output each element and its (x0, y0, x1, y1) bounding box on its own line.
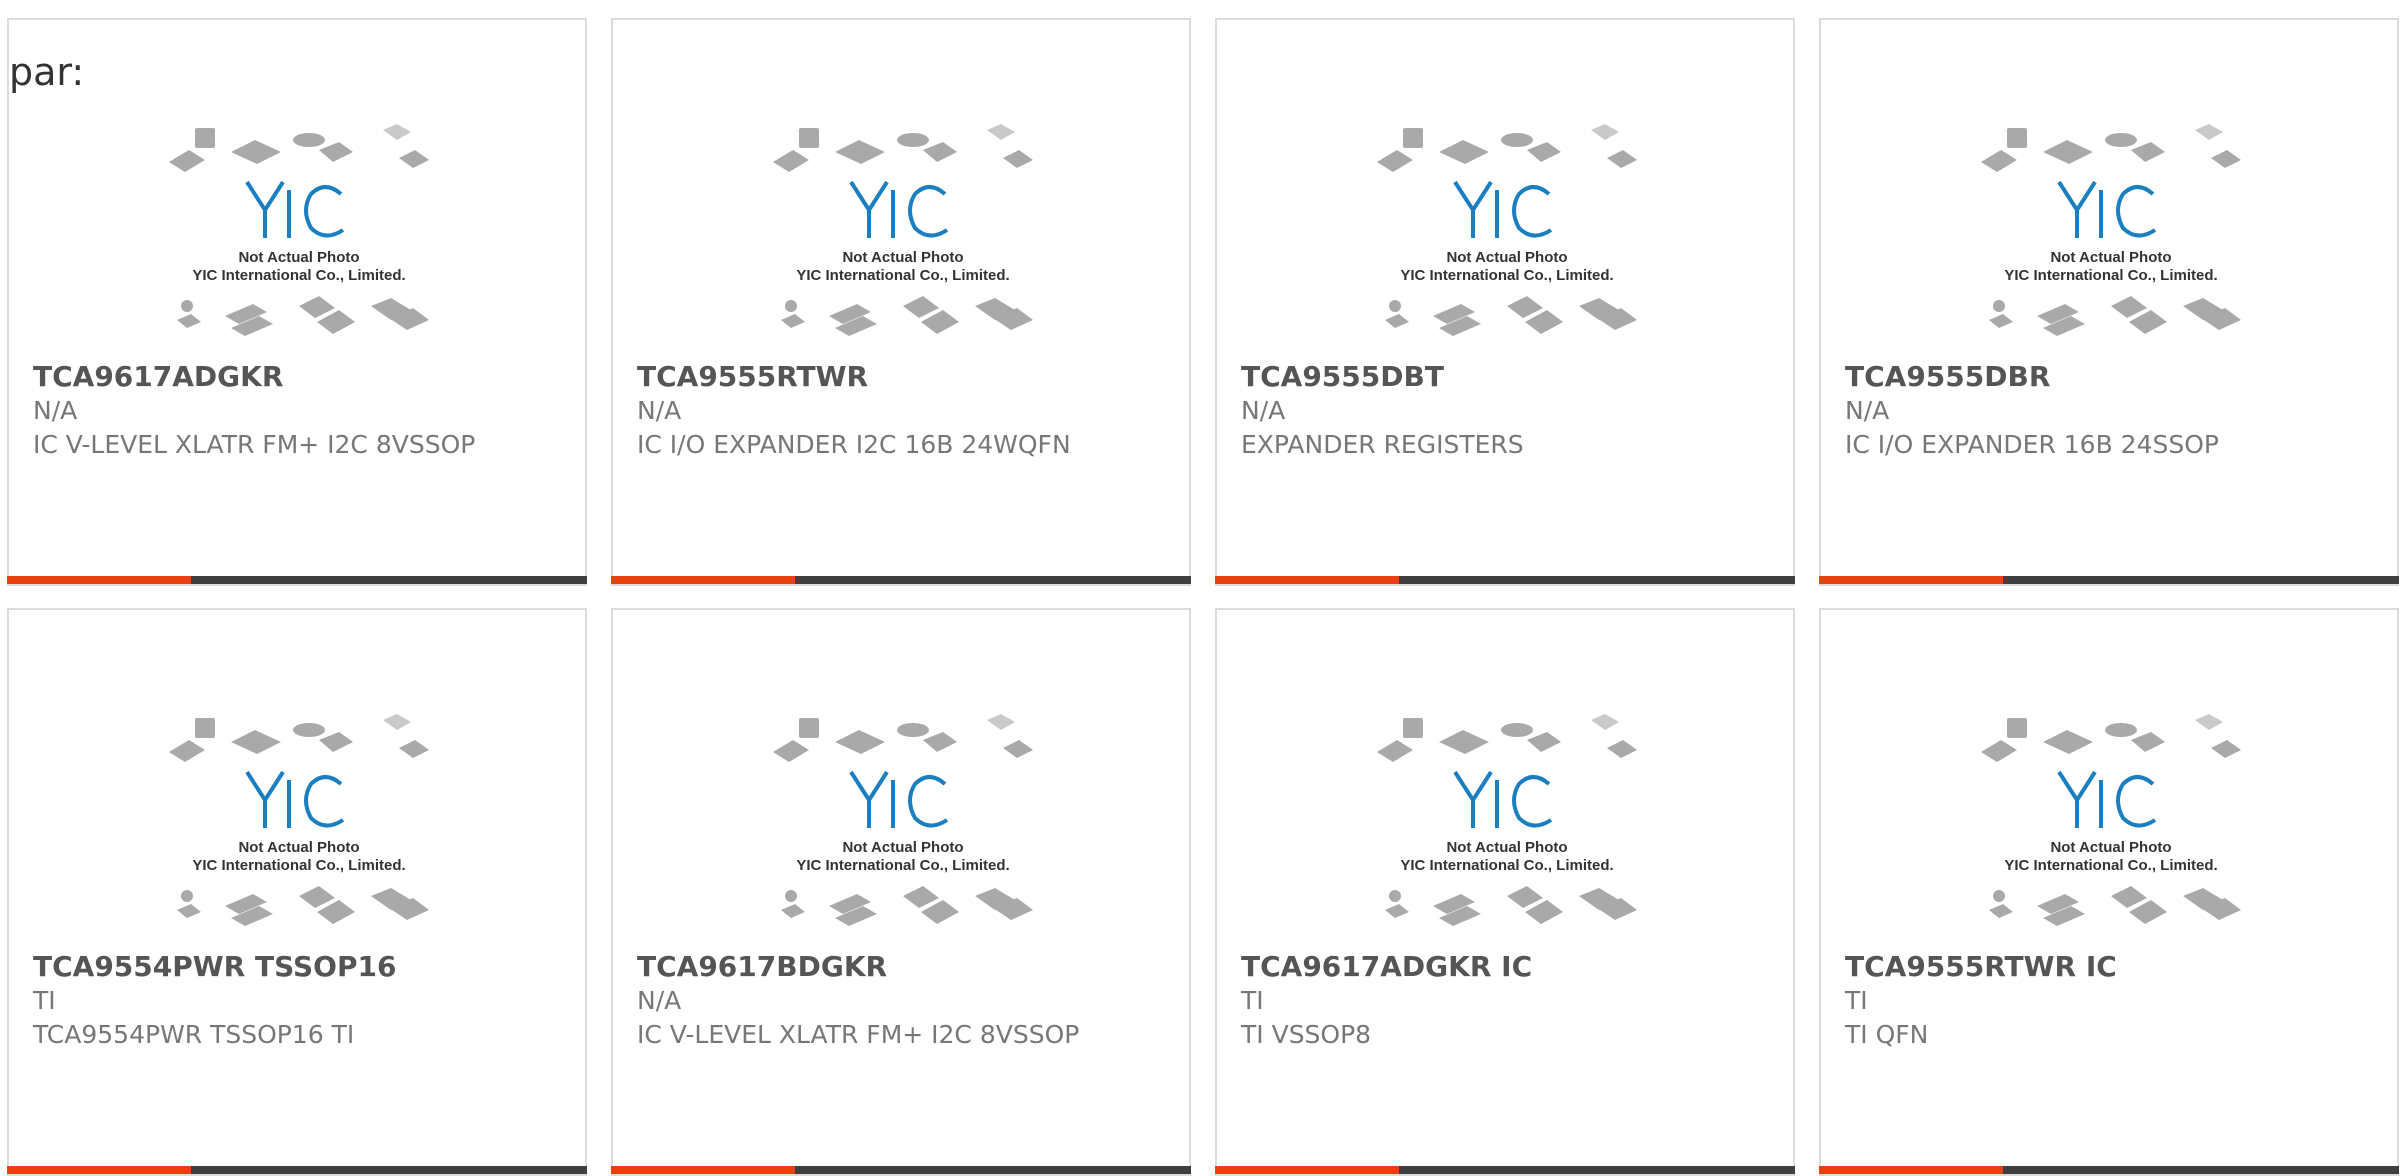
part-number[interactable]: TCA9555DBT (1241, 360, 1773, 394)
card-bottom-bar (7, 576, 587, 584)
product-card[interactable]: Not Actual Photo YIC International Co., … (1819, 18, 2399, 586)
product-card[interactable]: Not Actual Photo YIC International Co., … (611, 608, 1191, 1176)
chip-icons-bottom (1989, 296, 2241, 336)
chip-icons-bottom (177, 296, 429, 336)
product-image-placeholder: Not Actual Photo YIC International Co., … (1377, 714, 1637, 926)
chip-icons-bottom (177, 886, 429, 926)
part-number[interactable]: TCA9617ADGKR IC (1241, 950, 1773, 984)
company-caption: YIC International Co., Limited. (796, 267, 1009, 284)
yic-logo-icon (2057, 180, 2157, 238)
chip-icons-top (773, 714, 1033, 762)
company-caption: YIC International Co., Limited. (796, 857, 1009, 874)
yic-logo-icon (849, 770, 949, 828)
chip-icons-top (1377, 124, 1637, 172)
description: IC I/O EXPANDER I2C 16B 24WQFN (637, 430, 1071, 459)
product-info: TCA9554PWR TSSOP16 TI TCA9554PWR TSSOP16… (33, 950, 565, 1052)
product-info: TCA9555RTWR N/A IC I/O EXPANDER I2C 16B … (637, 360, 1169, 462)
product-info: TCA9555RTWR IC TI TI QFN (1845, 950, 2377, 1052)
not-actual-photo-caption: Not Actual Photo (238, 249, 359, 266)
description: TI QFN (1845, 1020, 1929, 1049)
chip-icons-bottom (1989, 886, 2241, 926)
not-actual-photo-caption: Not Actual Photo (2050, 249, 2171, 266)
not-actual-photo-caption: Not Actual Photo (238, 839, 359, 856)
product-card[interactable]: Not Actual Photo YIC International Co., … (611, 18, 1191, 586)
manufacturer: N/A (637, 986, 682, 1015)
product-info: TCA9555DBR N/A IC I/O EXPANDER 16B 24SSO… (1845, 360, 2377, 462)
manufacturer: N/A (33, 396, 78, 425)
yic-logo-icon (1453, 770, 1553, 828)
part-number[interactable]: TCA9617BDGKR (637, 950, 1169, 984)
product-card[interactable]: Not Actual Photo YIC International Co., … (7, 608, 587, 1176)
product-grid: par: Not Actual Photo YIC International … (7, 18, 2400, 1176)
card-bottom-bar (611, 576, 1191, 584)
chip-icons-bottom (781, 886, 1033, 926)
chip-icons-top (169, 714, 429, 762)
part-number[interactable]: TCA9555RTWR (637, 360, 1169, 394)
description: TI VSSOP8 (1241, 1020, 1372, 1049)
chip-icons-top (169, 124, 429, 172)
product-info: TCA9617ADGKR N/A IC V-LEVEL XLATR FM+ I2… (33, 360, 565, 462)
product-image-placeholder: Not Actual Photo YIC International Co., … (773, 124, 1033, 336)
manufacturer: TI (33, 986, 56, 1015)
company-caption: YIC International Co., Limited. (1400, 857, 1613, 874)
product-image-placeholder: Not Actual Photo YIC International Co., … (1981, 714, 2241, 926)
product-info: TCA9617BDGKR N/A IC V-LEVEL XLATR FM+ I2… (637, 950, 1169, 1052)
company-caption: YIC International Co., Limited. (192, 857, 405, 874)
not-actual-photo-caption: Not Actual Photo (842, 249, 963, 266)
card-accent-bar (1819, 576, 2003, 584)
product-info: TCA9555DBT N/A EXPANDER REGISTERS (1241, 360, 1773, 462)
chip-icons-top (773, 124, 1033, 172)
chip-icons-bottom (1385, 886, 1637, 926)
chip-icons-bottom (1385, 296, 1637, 336)
description: EXPANDER REGISTERS (1241, 430, 1524, 459)
not-actual-photo-caption: Not Actual Photo (842, 839, 963, 856)
not-actual-photo-caption: Not Actual Photo (1446, 249, 1567, 266)
product-card[interactable]: Not Actual Photo YIC International Co., … (1215, 608, 1795, 1176)
card-bottom-bar (1215, 576, 1795, 584)
product-image-placeholder: Not Actual Photo YIC International Co., … (169, 124, 429, 336)
description: IC V-LEVEL XLATR FM+ I2C 8VSSOP (637, 1020, 1080, 1049)
card-bottom-bar (1819, 576, 2399, 584)
yic-logo-icon (245, 770, 345, 828)
description: IC V-LEVEL XLATR FM+ I2C 8VSSOP (33, 430, 476, 459)
part-number[interactable]: TCA9555RTWR IC (1845, 950, 2377, 984)
yic-logo-icon (849, 180, 949, 238)
product-info: TCA9617ADGKR IC TI TI VSSOP8 (1241, 950, 1773, 1052)
product-card[interactable]: Not Actual Photo YIC International Co., … (1819, 608, 2399, 1176)
par-label: par: (9, 50, 85, 94)
part-number[interactable]: TCA9555DBR (1845, 360, 2377, 394)
card-accent-bar (7, 576, 191, 584)
manufacturer: N/A (1241, 396, 1286, 425)
card-accent-bar (611, 576, 795, 584)
product-image-placeholder: Not Actual Photo YIC International Co., … (169, 714, 429, 926)
part-number[interactable]: TCA9554PWR TSSOP16 (33, 950, 565, 984)
yic-logo-icon (245, 180, 345, 238)
yic-logo-icon (1453, 180, 1553, 238)
part-number[interactable]: TCA9617ADGKR (33, 360, 565, 394)
chip-icons-top (1981, 124, 2241, 172)
product-card[interactable]: Not Actual Photo YIC International Co., … (1215, 18, 1795, 586)
card-accent-bar (1215, 576, 1399, 584)
not-actual-photo-caption: Not Actual Photo (1446, 839, 1567, 856)
chip-icons-top (1377, 714, 1637, 762)
company-caption: YIC International Co., Limited. (2004, 267, 2217, 284)
chip-icons-bottom (781, 296, 1033, 336)
manufacturer: N/A (637, 396, 682, 425)
company-caption: YIC International Co., Limited. (1400, 267, 1613, 284)
company-caption: YIC International Co., Limited. (2004, 857, 2217, 874)
product-image-placeholder: Not Actual Photo YIC International Co., … (773, 714, 1033, 926)
description: IC I/O EXPANDER 16B 24SSOP (1845, 430, 2219, 459)
product-image-placeholder: Not Actual Photo YIC International Co., … (1377, 124, 1637, 336)
manufacturer: TI (1241, 986, 1264, 1015)
product-image-placeholder: Not Actual Photo YIC International Co., … (1981, 124, 2241, 336)
manufacturer: TI (1845, 986, 1868, 1015)
product-card[interactable]: par: Not Actual Photo YIC International … (7, 18, 587, 586)
company-caption: YIC International Co., Limited. (192, 267, 405, 284)
not-actual-photo-caption: Not Actual Photo (2050, 839, 2171, 856)
description: TCA9554PWR TSSOP16 TI (33, 1020, 355, 1049)
yic-logo-icon (2057, 770, 2157, 828)
manufacturer: N/A (1845, 396, 1890, 425)
chip-icons-top (1981, 714, 2241, 762)
